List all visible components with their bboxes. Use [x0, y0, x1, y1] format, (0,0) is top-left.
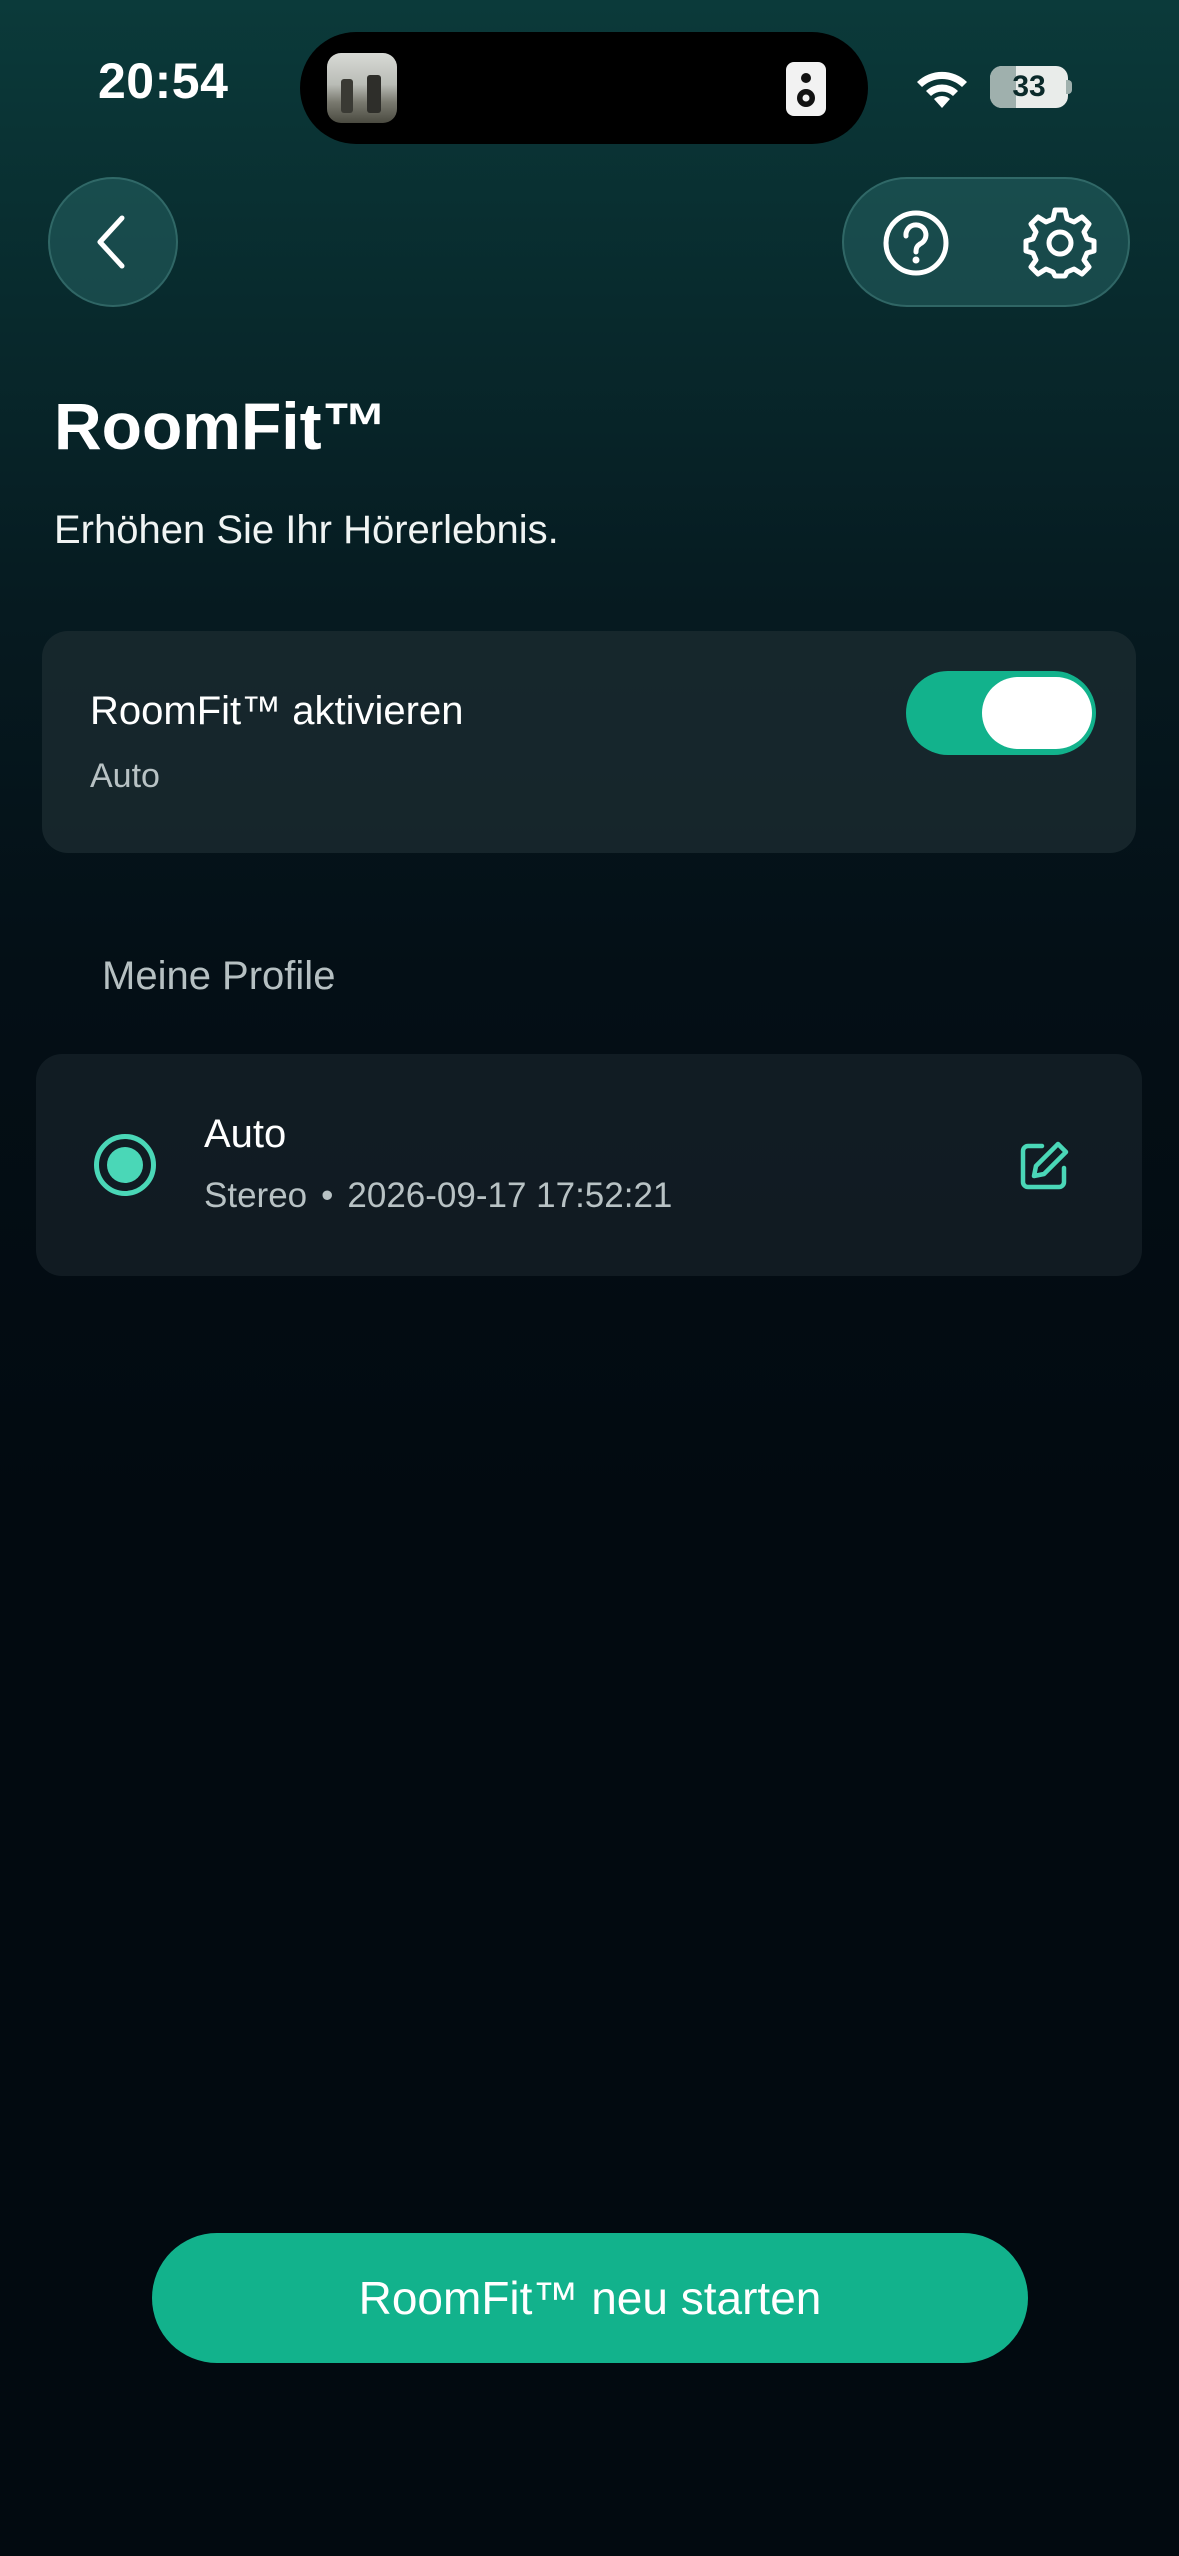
wifi-icon [912, 64, 972, 110]
settings-button[interactable] [1010, 193, 1110, 293]
profile-name: Auto [204, 1112, 287, 1156]
header-actions [842, 177, 1130, 307]
section-label-profiles: Meine Profile [102, 954, 336, 998]
roomfit-toggle-card: RoomFit™ aktivieren Auto [42, 631, 1136, 853]
profile-meta: Stereo • 2026-09-17 17:52:21 [204, 1176, 672, 1216]
now-playing-artwork [327, 53, 397, 123]
profile-type: Stereo [204, 1176, 308, 1215]
roomfit-toggle-switch[interactable] [906, 671, 1096, 755]
switch-knob [982, 677, 1092, 749]
toggle-label: RoomFit™ aktivieren [90, 689, 464, 733]
profile-radio[interactable] [94, 1134, 156, 1196]
battery-indicator: 33 [990, 66, 1068, 108]
edit-profile-button[interactable] [1014, 1136, 1074, 1196]
edit-icon [1020, 1141, 1069, 1190]
status-time: 20:54 [98, 53, 229, 109]
back-button[interactable] [48, 177, 178, 307]
restart-roomfit-button[interactable]: RoomFit™ neu starten [152, 2233, 1028, 2363]
speaker-icon [786, 62, 826, 116]
dynamic-island [300, 32, 868, 144]
profile-item[interactable]: Auto Stereo • 2026-09-17 17:52:21 [36, 1054, 1142, 1276]
help-button[interactable] [866, 193, 966, 293]
battery-tip [1066, 80, 1072, 94]
page-subtitle: Erhöhen Sie Ihr Hörerlebnis. [54, 508, 559, 552]
meta-separator: • [321, 1176, 334, 1215]
profile-timestamp: 2026-09-17 17:52:21 [347, 1176, 673, 1215]
radio-selected-dot [107, 1147, 143, 1183]
gear-icon [1023, 207, 1097, 279]
page-title: RoomFit™ [54, 389, 388, 463]
battery-percent: 33 [1012, 70, 1046, 103]
toggle-mode: Auto [90, 757, 160, 795]
chevron-left-icon [97, 215, 125, 269]
question-circle-icon [883, 210, 949, 276]
